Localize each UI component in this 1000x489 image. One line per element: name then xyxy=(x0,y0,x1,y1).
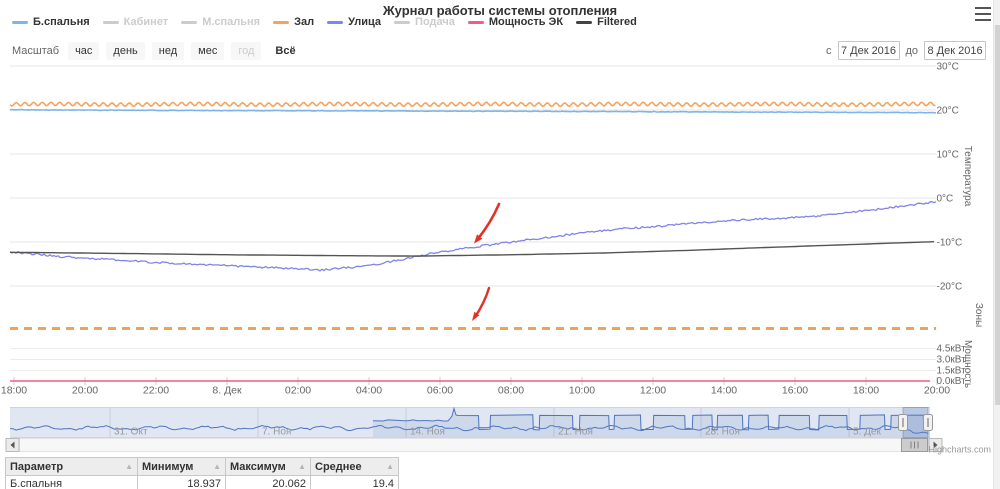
nav-label: 21. Ноя xyxy=(558,427,593,438)
power-gridlines xyxy=(10,348,936,382)
page-scrollbar[interactable] xyxy=(993,0,1000,489)
x-axis-labels: 18:00 20:00 22:00 8. Дек 02:00 04:00 06:… xyxy=(1,385,950,397)
col-header-parameter[interactable]: Параметр ▲ xyxy=(5,457,138,476)
x-tick-label: 20:00 xyxy=(924,385,950,397)
col-header-label: Среднее xyxy=(315,460,362,473)
page-scrollbar-thumb[interactable] xyxy=(995,25,1000,405)
power-tick: 4.5кВт xyxy=(937,344,967,355)
stats-header-row: Параметр ▲ Минимум ▲ Максимум ▲ Среднее ▲ xyxy=(5,457,399,476)
table-row: Б.спальня 18.937 20.062 19.4 xyxy=(5,475,399,489)
x-tick-label: 8. Дек xyxy=(212,385,242,397)
temp-tick: 0°C xyxy=(937,194,954,205)
temp-tick: -20°C xyxy=(937,282,963,293)
heating-log-app: Журнал работы системы отопления Б.спальн… xyxy=(0,0,1000,489)
power-tick: 3.0кВт xyxy=(937,355,967,366)
series-Filtered xyxy=(9,241,935,257)
nav-label: 28. Ноя xyxy=(705,427,740,438)
navigator: 31. Окт 7. Ноя 14. Ноя 21. Ноя 28. Ноя 5… xyxy=(10,406,933,438)
sort-asc-icon: ▲ xyxy=(125,461,133,471)
nav-label: 5. Дек xyxy=(853,427,881,438)
x-tick-label: 20:00 xyxy=(72,385,98,397)
nav-label: 7. Ноя xyxy=(262,427,291,438)
x-tick-label: 10:00 xyxy=(569,385,595,397)
x-tick-label: 22:00 xyxy=(143,385,169,397)
chart-area: 30°C 20°C 10°C 0°C -10°C -20°C Температу… xyxy=(1,62,991,455)
power-axis-title: Мощность xyxy=(962,340,973,388)
temperature-axis-title: Температура xyxy=(962,146,973,207)
temp-tick: 30°C xyxy=(937,62,959,73)
series-Зал xyxy=(9,101,936,108)
sort-asc-icon: ▲ xyxy=(298,461,306,471)
col-header-average[interactable]: Среднее ▲ xyxy=(310,457,399,476)
temp-tick: 20°C xyxy=(937,106,959,117)
navigator-handle-right[interactable] xyxy=(923,414,933,431)
nav-label: 14. Ноя xyxy=(410,427,445,438)
x-tick-label: 04:00 xyxy=(356,385,382,397)
highcharts-credit-link[interactable]: Highcharts.com xyxy=(928,445,991,455)
temperature-axis-labels: 30°C 20°C 10°C 0°C -10°C -20°C Температу… xyxy=(937,62,974,293)
stats-table: Параметр ▲ Минимум ▲ Максимум ▲ Среднее ▲ Б.… xyxy=(5,457,399,489)
x-tick-label: 12:00 xyxy=(640,385,666,397)
scrollbar-left-button[interactable] xyxy=(5,438,20,452)
col-header-label: Максимум xyxy=(230,460,286,473)
navigator-scrollbar xyxy=(5,438,943,452)
temp-tick: -10°C xyxy=(937,238,963,249)
x-tick-label: 18:00 xyxy=(1,385,27,397)
col-header-label: Параметр xyxy=(10,460,64,473)
sort-asc-icon: ▲ xyxy=(213,461,221,471)
power-tick: 1.5кВт xyxy=(937,366,967,377)
x-tick-label: 02:00 xyxy=(285,385,311,397)
nav-label: 31. Окт xyxy=(114,427,148,438)
col-header-maximum[interactable]: Максимум ▲ xyxy=(225,457,311,476)
x-tick-label: 18:00 xyxy=(853,385,879,397)
temp-tick: 10°C xyxy=(937,150,959,161)
sort-asc-icon: ▲ xyxy=(386,461,394,471)
temperature-gridlines xyxy=(10,65,936,287)
series-Улица xyxy=(9,201,937,272)
zones-axis-title: Зоны xyxy=(973,303,984,327)
annotation-arrow-zones xyxy=(472,286,491,321)
x-tick-label: 14:00 xyxy=(711,385,737,397)
cell-maximum: 20.062 xyxy=(225,475,311,489)
navigator-mask[interactable] xyxy=(10,407,930,438)
power-axis-labels: Зоны 4.5кВт 3.0кВт 1.5кВт 0.0кВт Мощност… xyxy=(937,303,985,388)
x-tick-label: 06:00 xyxy=(427,385,453,397)
x-tick-label: 16:00 xyxy=(782,385,808,397)
cell-parameter: Б.спальня xyxy=(5,475,138,489)
scrollbar-thumb[interactable] xyxy=(901,438,928,452)
col-header-label: Минимум xyxy=(142,460,194,473)
cell-average: 19.4 xyxy=(310,475,399,489)
col-header-minimum[interactable]: Минимум ▲ xyxy=(137,457,226,476)
cell-minimum: 18.937 xyxy=(137,475,226,489)
scrollbar-track[interactable] xyxy=(19,438,929,452)
navigator-handle-left[interactable] xyxy=(898,414,908,431)
annotation-arrow-crossing xyxy=(474,202,501,244)
x-tick-label: 08:00 xyxy=(498,385,524,397)
